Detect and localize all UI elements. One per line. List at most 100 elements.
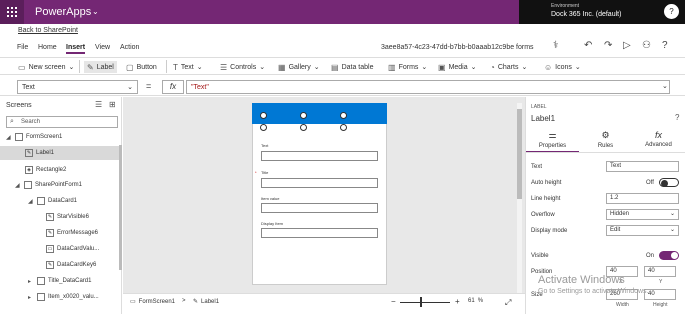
media-dropdown[interactable]: ▣ Media ⌄ bbox=[438, 61, 477, 73]
scrollbar-thumb[interactable] bbox=[517, 109, 522, 199]
play-icon[interactable]: ▷ bbox=[623, 40, 631, 51]
chevron-down-icon[interactable]: ⌄ bbox=[662, 82, 668, 90]
field-input-text[interactable] bbox=[261, 151, 378, 161]
formula-input[interactable]: "Text" bbox=[186, 80, 670, 94]
field-input-title[interactable] bbox=[261, 178, 378, 188]
charts-dropdown[interactable]: ◔ Charts ⌄ bbox=[490, 61, 527, 73]
tree-item-label1[interactable]: ✎ Label1 bbox=[0, 146, 119, 160]
resize-handle[interactable] bbox=[340, 112, 347, 119]
toggle-knob bbox=[661, 180, 668, 187]
caret-down-icon: ◢ bbox=[6, 134, 11, 141]
label-icon: ✎ bbox=[193, 299, 199, 305]
resize-handle[interactable] bbox=[260, 112, 267, 119]
controls-dropdown[interactable]: ☰ Controls ⌄ bbox=[220, 61, 265, 73]
tree-item-starvisible6[interactable]: ✎ StarVisible6 bbox=[46, 210, 89, 224]
header-rectangle[interactable] bbox=[252, 103, 387, 124]
fit-to-screen-icon[interactable]: ⤢ bbox=[505, 298, 511, 308]
list-view-icon[interactable]: ☰ bbox=[95, 100, 102, 109]
chevron-down-icon: ⌄ bbox=[669, 211, 675, 217]
app-brand[interactable]: PowerApps bbox=[35, 6, 91, 18]
menu-view[interactable]: View bbox=[95, 44, 110, 51]
share-user-icon[interactable]: ⚇ bbox=[642, 40, 651, 51]
tab-rules[interactable]: ⚙ Rules bbox=[579, 130, 632, 149]
redo-icon[interactable]: ↷ bbox=[604, 40, 612, 51]
field-input-item-value[interactable] bbox=[261, 203, 378, 213]
resize-handle[interactable] bbox=[300, 112, 307, 119]
prop-input-line-height[interactable]: 1.2 bbox=[606, 193, 679, 204]
position-y-caption: Y bbox=[659, 279, 663, 285]
auto-height-toggle[interactable] bbox=[659, 178, 679, 187]
environment-label: Environment bbox=[551, 3, 580, 9]
back-to-sharepoint-link[interactable]: Back to SharePoint bbox=[18, 27, 78, 34]
property-selector[interactable]: Text ⌄ bbox=[17, 80, 138, 94]
gallery-dropdown[interactable]: ▦ Gallery ⌄ bbox=[278, 61, 320, 73]
control-type: LABEL bbox=[531, 104, 547, 110]
zoom-in-button[interactable]: + bbox=[455, 297, 460, 306]
tree-item-sharepointform1[interactable]: ◢ SharePointForm1 bbox=[15, 178, 82, 192]
visible-toggle[interactable] bbox=[659, 251, 679, 260]
zoom-slider-track[interactable] bbox=[400, 302, 450, 303]
tree-item-datacardvalue[interactable]: ▭ DataCardValu... bbox=[46, 242, 99, 256]
tree-item-errormessage6[interactable]: ✎ ErrorMessage6 bbox=[46, 226, 98, 240]
tab-properties[interactable]: ⚌ Properties bbox=[526, 130, 579, 153]
field-input-display-item[interactable] bbox=[261, 228, 378, 238]
forms-dropdown[interactable]: ▥ Forms ⌄ bbox=[388, 61, 427, 73]
chevron-down-icon[interactable]: ⌄ bbox=[92, 7, 99, 16]
left-pane-scrollbar[interactable] bbox=[119, 145, 122, 270]
stethoscope-icon[interactable]: ⚕ bbox=[553, 40, 558, 51]
caret-down-icon: ◢ bbox=[15, 182, 20, 189]
resize-handle[interactable] bbox=[340, 124, 347, 131]
undo-icon[interactable]: ↶ bbox=[584, 40, 592, 51]
tab-advanced[interactable]: fx Advanced bbox=[632, 130, 685, 148]
search-input[interactable]: ⌕ Search bbox=[6, 116, 118, 128]
resize-handle[interactable] bbox=[260, 124, 267, 131]
environment-value[interactable]: Dock 365 Inc. (default) bbox=[551, 11, 621, 18]
grid-view-icon[interactable]: ⊞ bbox=[109, 100, 116, 109]
tree-item-datacard1[interactable]: ◢ DataCard1 bbox=[28, 194, 77, 208]
prop-label-overflow: Overflow bbox=[531, 212, 555, 218]
zoom-slider-thumb[interactable] bbox=[420, 297, 422, 307]
activation-watermark-title: Activate Windows bbox=[538, 274, 625, 286]
breadcrumb-screen[interactable]: ▭ FormScreen1 bbox=[130, 298, 175, 306]
app-screen-preview[interactable] bbox=[252, 103, 387, 285]
tree-item-datacardkey6[interactable]: ✎ DataCardKey6 bbox=[46, 258, 96, 272]
label-button[interactable]: ✎ Label bbox=[84, 61, 117, 73]
icons-dropdown[interactable]: ☺ Icons ⌄ bbox=[544, 61, 581, 73]
screen-icon bbox=[15, 133, 23, 141]
caret-right-icon: ▸ bbox=[28, 294, 32, 301]
menu-home[interactable]: Home bbox=[38, 44, 57, 51]
equals-sign: = bbox=[146, 81, 152, 91]
prop-select-display-mode[interactable]: Edit ⌄ bbox=[606, 225, 679, 236]
zoom-out-button[interactable]: − bbox=[391, 297, 396, 306]
help-icon[interactable]: ? bbox=[662, 40, 668, 51]
data-table-button[interactable]: ▤ Data table bbox=[331, 61, 373, 73]
canvas-scrollbar[interactable] bbox=[517, 103, 522, 293]
new-screen-button[interactable]: ▭ New screen ⌄ bbox=[18, 61, 74, 73]
rules-icon: ⚙ bbox=[601, 130, 610, 140]
button-button[interactable]: ▢ Button bbox=[126, 61, 157, 73]
tree-item-title-datacard1[interactable]: ▸ Title_DataCard1 bbox=[28, 274, 91, 288]
app-launcher-button[interactable] bbox=[0, 0, 24, 24]
menu-file[interactable]: File bbox=[17, 44, 28, 51]
tree-item-item-value[interactable]: ▸ Item_x0020_valu... bbox=[28, 290, 99, 304]
chevron-down-icon: ⌄ bbox=[669, 227, 675, 233]
size-width-caption: Width bbox=[616, 302, 629, 308]
prop-select-overflow[interactable]: Hidden ⌄ bbox=[606, 209, 679, 220]
breadcrumb-control[interactable]: ✎ Label1 bbox=[193, 298, 219, 306]
input-icon: ▭ bbox=[46, 245, 54, 253]
position-y-input[interactable]: 40 bbox=[644, 266, 676, 277]
tree-item-formscreen1[interactable]: ◢ FormScreen1 bbox=[6, 130, 62, 144]
text-dropdown[interactable]: T Text ⌄ bbox=[173, 61, 203, 73]
prop-input-text[interactable]: Text bbox=[606, 161, 679, 172]
menu-action[interactable]: Action bbox=[120, 44, 139, 51]
help-icon[interactable]: ? bbox=[675, 113, 679, 122]
control-name[interactable]: Label1 bbox=[531, 114, 555, 123]
tree-item-rectangle2[interactable]: ◈ Rectangle2 bbox=[25, 163, 66, 177]
resize-handle[interactable] bbox=[300, 124, 307, 131]
menu-insert[interactable]: Insert bbox=[66, 44, 86, 54]
icons-icon: ☺ bbox=[544, 62, 553, 72]
fx-button[interactable]: fx bbox=[162, 80, 184, 94]
avatar[interactable]: ? bbox=[664, 4, 679, 19]
auto-height-state: Off bbox=[646, 180, 654, 186]
new-screen-icon: ▭ bbox=[18, 62, 26, 72]
